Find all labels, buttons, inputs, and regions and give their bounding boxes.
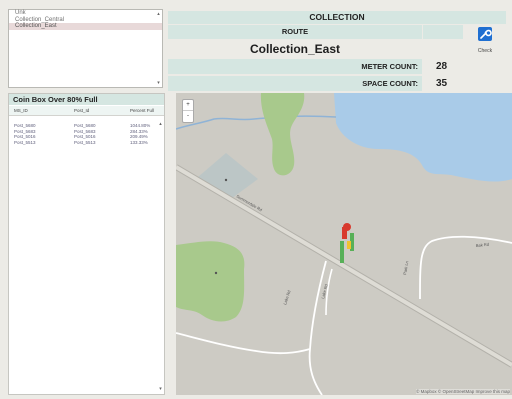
zoom-in-button[interactable]: + [183,100,193,111]
scroll-up-icon[interactable]: ▴ [156,12,161,17]
column-header-ms-id[interactable]: MS_ID [14,106,28,116]
meter-marker-green[interactable] [340,241,344,263]
meter-marker-yellow[interactable] [347,241,351,249]
wrench-icon[interactable] [478,27,492,41]
cell-percent-full: 133.33% [130,139,148,145]
scroll-down-icon[interactable]: ▾ [158,387,163,392]
coin-box-title: Coin Box Over 80% Full [9,94,164,105]
cell-ms-id: Post_5513 [14,139,36,145]
space-count-row: SPACE COUNT: [168,76,422,91]
coin-box-table-header: MS_ID Post_Id Percent Full [9,106,164,116]
space-count-label: SPACE COUNT: [362,79,418,88]
meter-count-value: 28 [436,61,448,72]
map-park-south [176,241,245,322]
check-button[interactable]: Check [464,24,506,58]
route-label: ROUTE [168,25,422,39]
route-name: Collection_East [168,40,422,58]
meter-count-row: METER COUNT: [168,59,422,74]
zoom-out-button[interactable]: - [183,111,193,122]
zoom-control[interactable]: + - [182,99,194,123]
check-button-label: Check [477,48,493,54]
coin-box-table-body: Post_5680 Post_5680 1044.80% Post_5683 P… [9,123,164,145]
route-list[interactable]: Unk Collection_Central Collection_East ▴… [8,9,163,88]
meter-marker-red[interactable] [343,223,351,231]
column-header-post-id[interactable]: Post_Id [74,106,89,116]
map-canvas[interactable]: Summerdale RdLake Rd Lake RdPark LnBak Rd [176,93,512,395]
route-list-item[interactable]: Collection_Central [9,17,162,24]
route-list-item-selected[interactable]: Collection_East [9,23,162,30]
column-header-percent-full[interactable]: Percent Full [130,106,154,116]
meter-count-label: METER COUNT: [361,62,418,71]
scroll-down-icon[interactable]: ▾ [156,81,161,86]
space-count-value: 35 [436,78,448,89]
coin-box-scrollbar[interactable]: ▴ ▾ [158,122,163,392]
map-pin [224,178,228,182]
cell-post-id: Post_5513 [74,139,96,145]
table-row[interactable]: Post_5513 Post_5513 133.33% [9,140,164,146]
coin-box-panel: Coin Box Over 80% Full MS_ID Post_Id Per… [8,93,165,395]
map[interactable]: Summerdale Rd Lake Rd Lake Rd Park Ln Bak Rd… [176,93,512,395]
map-attribution[interactable]: © Mapbox © OpenStreetMap Improve this ma… [416,389,510,394]
route-list-scrollbar[interactable]: ▴ ▾ [156,12,161,86]
route-list-item[interactable]: Unk [9,10,162,17]
collection-title: COLLECTION [168,11,506,24]
scroll-up-icon[interactable]: ▴ [158,122,163,127]
map-pin [214,271,218,275]
route-row-cell [423,25,463,39]
